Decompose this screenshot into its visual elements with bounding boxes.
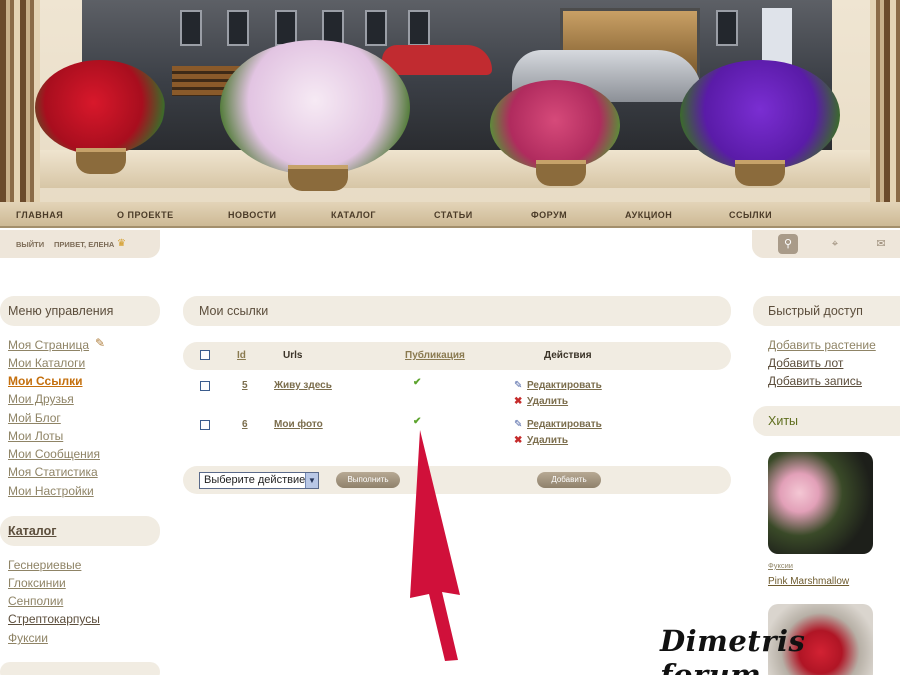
menu-my-links[interactable]: Мои Ссылки <box>8 374 82 388</box>
edit-icon[interactable]: ✎ <box>514 380 522 391</box>
hits-title: Хиты <box>753 406 900 436</box>
row-checkbox[interactable] <box>200 381 210 391</box>
quick-access-title: Быстрый доступ <box>753 296 900 326</box>
street-sign <box>762 8 792 68</box>
delete-link[interactable]: Удалить <box>527 396 568 407</box>
row-id[interactable]: 5 <box>242 380 248 391</box>
catalog-fuchsia[interactable]: Фуксии <box>8 631 48 645</box>
nav-home[interactable]: ГЛАВНАЯ <box>16 210 63 220</box>
menu-my-settings[interactable]: Мои Настройки <box>8 484 94 498</box>
menu-my-messages[interactable]: Мои Сообщения <box>8 447 100 461</box>
header-banner <box>0 0 900 202</box>
building-window <box>408 10 430 46</box>
nav-links[interactable]: ССЫЛКИ <box>729 210 772 220</box>
purple-violet-flower <box>680 60 840 170</box>
hit-image-fuchsia[interactable] <box>768 452 873 554</box>
col-publication[interactable]: Публикация <box>405 350 465 361</box>
menu-my-page[interactable]: Моя Страница <box>8 338 89 352</box>
quick-add-lot[interactable]: Добавить лот <box>768 356 843 370</box>
row-id[interactable]: 6 <box>242 419 248 430</box>
white-violet-flower <box>220 40 410 175</box>
search-icon[interactable]: ⚲ <box>778 234 798 254</box>
menu-my-catalogs[interactable]: Мои Каталоги <box>8 356 85 370</box>
select-all-checkbox[interactable] <box>200 350 210 360</box>
row-url[interactable]: Живу здесь <box>274 380 332 391</box>
red-violet-flower <box>35 60 165 155</box>
pencil-icon[interactable]: ✎ <box>95 336 105 350</box>
published-check-icon[interactable]: ✔ <box>413 416 421 427</box>
catalog-gloxinia[interactable]: Глоксинии <box>8 576 66 590</box>
nav-auction[interactable]: АУКЦИОН <box>625 210 672 220</box>
watermark: Dimetris forum <box>660 624 806 675</box>
delete-icon[interactable]: ✖ <box>514 435 522 446</box>
tools-bar: ⌖ ✉ <box>752 230 900 258</box>
building-window <box>365 10 387 46</box>
edit-icon[interactable]: ✎ <box>514 419 522 430</box>
action-select[interactable]: Выберите действие <box>199 472 319 489</box>
add-button[interactable]: Добавить <box>537 472 601 488</box>
curtain-left <box>0 0 40 202</box>
hit-category[interactable]: Фуксии <box>768 561 793 570</box>
edit-link[interactable]: Редактировать <box>527 419 602 430</box>
main-nav: ГЛАВНАЯ О ПРОЕКТЕ НОВОСТИ КАТАЛОГ СТАТЬИ… <box>0 202 900 228</box>
row-url[interactable]: Мои фото <box>274 419 323 430</box>
row-checkbox[interactable] <box>200 420 210 430</box>
crown-icon: ♛ <box>117 238 126 249</box>
greeting-text[interactable]: ПРИВЕТ, ЕЛЕНА <box>54 240 114 249</box>
curtain-right <box>870 0 900 202</box>
execute-button[interactable]: Выполнить <box>336 472 400 488</box>
col-urls: Urls <box>283 350 303 361</box>
left-menu-title: Меню управления <box>0 296 160 326</box>
logout-link[interactable]: ВЫЙТИ <box>16 240 44 249</box>
flower-pot <box>288 165 348 191</box>
delete-link[interactable]: Удалить <box>527 435 568 446</box>
nav-catalog[interactable]: КАТАЛОГ <box>331 210 376 220</box>
mail-icon[interactable]: ✉ <box>874 237 888 251</box>
red-arrow-annotation <box>410 430 460 661</box>
catalog-gesneriaceae[interactable]: Геснериевые <box>8 558 81 572</box>
target-icon[interactable]: ⌖ <box>828 237 842 251</box>
red-car <box>382 45 492 75</box>
col-id[interactable]: Id <box>237 350 246 361</box>
menu-my-lots[interactable]: Мои Лоты <box>8 429 63 443</box>
nav-articles[interactable]: СТАТЬИ <box>434 210 473 220</box>
pink-violet-flower <box>490 80 620 170</box>
menu-my-blog[interactable]: Мой Блог <box>8 411 61 425</box>
nav-about[interactable]: О ПРОЕКТЕ <box>117 210 174 220</box>
chevron-down-icon[interactable]: ▼ <box>305 473 318 488</box>
hit-name[interactable]: Pink Marshmallow <box>768 576 849 587</box>
main-title: Мои ссылки <box>183 296 731 326</box>
menu-my-stats[interactable]: Моя Статистика <box>8 465 98 479</box>
nav-news[interactable]: НОВОСТИ <box>228 210 277 220</box>
building-window <box>227 10 249 46</box>
delete-icon[interactable]: ✖ <box>514 396 522 407</box>
menu-my-friends[interactable]: Мои Друзья <box>8 392 74 406</box>
published-check-icon[interactable]: ✔ <box>413 377 421 388</box>
arrow-shape <box>410 430 460 661</box>
catalog-streptocarpus[interactable]: Стрептокарпусы <box>8 612 100 626</box>
catalog-title[interactable]: Каталог <box>0 516 160 546</box>
col-actions: Действия <box>544 350 592 361</box>
flower-pot <box>536 160 586 186</box>
quick-add-plant[interactable]: Добавить растение <box>768 338 876 352</box>
flower-pot <box>76 148 126 174</box>
building-window <box>716 10 738 46</box>
edit-link[interactable]: Редактировать <box>527 380 602 391</box>
building-window <box>180 10 202 46</box>
flower-pot <box>735 160 785 186</box>
nav-forum[interactable]: ФОРУМ <box>531 210 567 220</box>
catalog-saintpaulia[interactable]: Сенполии <box>8 594 63 608</box>
next-panel-head <box>0 662 160 675</box>
user-bar: ВЫЙТИ ПРИВЕТ, ЕЛЕНА ♛ <box>0 230 160 258</box>
quick-add-post[interactable]: Добавить запись <box>768 374 862 388</box>
